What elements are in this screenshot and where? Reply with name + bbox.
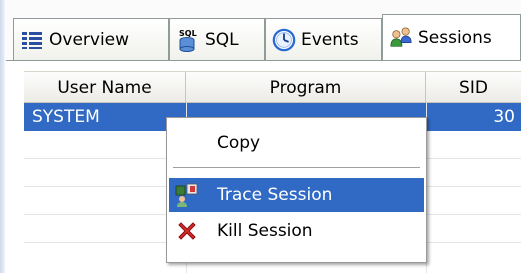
menu-separator — [173, 167, 420, 169]
tab-strip: Overview SQL SQL Events Sessions — [6, 0, 521, 61]
svg-text:SQL: SQL — [179, 29, 197, 38]
cell-user-name — [32, 187, 182, 215]
tab-sql-label: SQL — [205, 29, 239, 50]
trace-session-icon — [175, 183, 199, 207]
col-header-user-name[interactable]: User Name — [24, 72, 186, 103]
menu-item-trace-session[interactable]: Trace Session — [169, 178, 424, 212]
events-clock-icon — [272, 28, 296, 52]
cell-user-name — [32, 131, 182, 159]
tab-events[interactable]: Events — [265, 18, 382, 60]
cell-user-name — [32, 215, 182, 243]
tab-events-label: Events — [301, 29, 359, 50]
menu-item-kill-session[interactable]: Kill Session — [169, 214, 424, 248]
tab-sessions[interactable]: Sessions — [382, 14, 521, 61]
sessions-panel: Overview SQL SQL Events Sessions User Na… — [0, 0, 521, 273]
sql-database-icon: SQL — [176, 28, 200, 52]
menu-item-copy[interactable]: Copy — [169, 126, 424, 160]
tab-overview[interactable]: Overview — [13, 18, 169, 60]
kill-session-red-x-icon — [175, 219, 199, 243]
menu-item-kill-session-label: Kill Session — [217, 221, 313, 241]
menu-item-trace-session-label: Trace Session — [217, 185, 333, 205]
cell-sid: 30 — [493, 107, 515, 127]
table-header: User Name Program SID — [24, 71, 521, 103]
overview-list-icon — [20, 28, 44, 52]
col-header-sid[interactable]: SID — [426, 72, 521, 103]
tab-sql[interactable]: SQL SQL — [169, 18, 265, 60]
menu-item-copy-label: Copy — [217, 133, 261, 153]
tab-sessions-label: Sessions — [418, 28, 492, 48]
col-header-program[interactable]: Program — [186, 72, 426, 103]
tab-overview-label: Overview — [49, 29, 130, 50]
cell-user-name — [32, 159, 182, 187]
sessions-users-icon — [389, 26, 413, 50]
context-menu: Copy Trace Session Kill Session — [166, 117, 427, 263]
cell-user-name: SYSTEM — [32, 107, 100, 127]
